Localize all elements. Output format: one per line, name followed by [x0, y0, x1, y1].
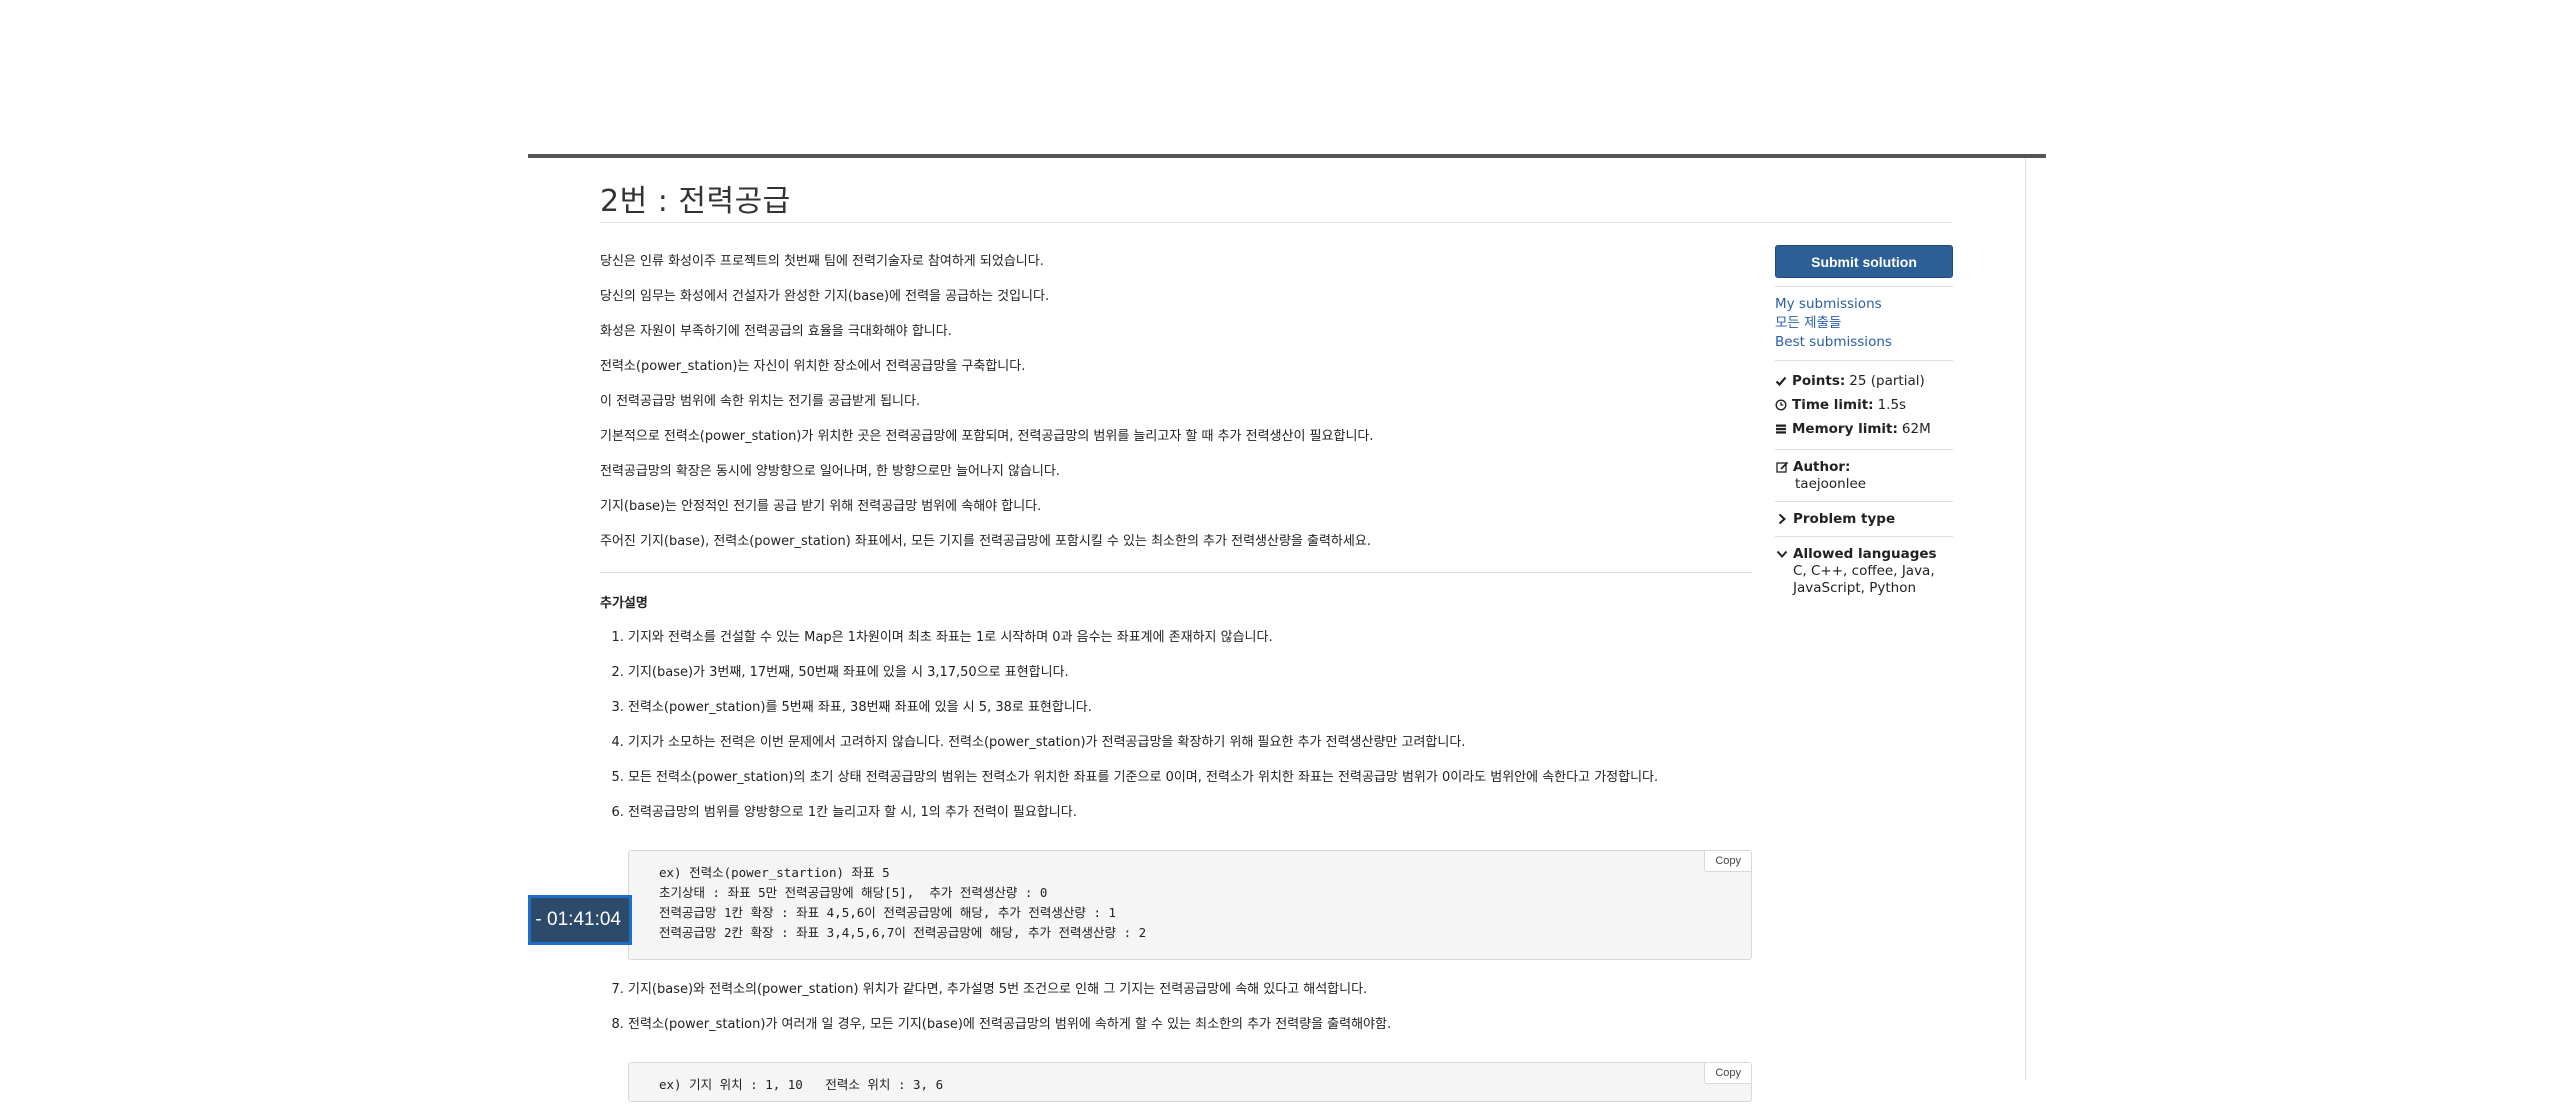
frame-divider	[2025, 158, 2026, 1080]
author-label: Author:	[1793, 459, 1851, 475]
chevron-right-icon	[1775, 513, 1789, 525]
statement-line: 전력공급망의 확장은 동시에 양방향으로 일어나며, 한 방향으로만 늘어나지 …	[600, 464, 1060, 479]
edit-icon	[1775, 461, 1789, 474]
database-icon	[1775, 423, 1787, 435]
notes-heading: 추가설명	[600, 596, 648, 611]
statement-line: 기지(base)는 안정적인 전기를 공급 받기 위해 전력공급망 범위에 속해…	[600, 499, 1042, 514]
note-item: 모든 전력소(power_station)의 초기 상태 전력공급망의 범위는 …	[628, 760, 1758, 795]
note-item: 기지가 소모하는 전력은 이번 문제에서 고려하지 않습니다. 전력소(powe…	[628, 725, 1758, 760]
sidebar-divider	[1775, 501, 1953, 502]
problem-type-label: Problem type	[1793, 511, 1896, 527]
note-item: 전력소(power_station)가 여러개 일 경우, 모든 기지(base…	[628, 1007, 1758, 1042]
contest-timer: - 01:41:04	[528, 895, 632, 945]
problem-type-toggle[interactable]: Problem type	[1775, 510, 1953, 528]
author-name: taejoonlee	[1795, 476, 1867, 492]
problem-title: 2번 : 전력공급	[600, 184, 791, 219]
chevron-down-icon	[1775, 549, 1789, 559]
statement-line: 전력소(power_station)는 자신이 위치한 장소에서 전력공급망을 …	[600, 359, 1026, 374]
statement-line: 당신의 임무는 화성에서 건설자가 완성한 기지(base)에 전력을 공급하는…	[600, 289, 1050, 304]
notes-list-continued: 기지(base)와 전력소의(power_station) 위치가 같다면, 추…	[600, 972, 1758, 1042]
code-example-block: ex) 전력소(power_startion) 좌표 5 초기상태 : 좌표 5…	[628, 850, 1752, 960]
memory-limit-label: Memory limit:	[1792, 421, 1898, 437]
code-example-text: ex) 전력소(power_startion) 좌표 5 초기상태 : 좌표 5…	[659, 865, 1147, 940]
code-example-text: ex) 기지 위치 : 1, 10 전력소 위치 : 3, 6	[659, 1077, 944, 1092]
all-submissions-link[interactable]: 모든 제출들	[1775, 314, 1953, 333]
notes-list: 기지와 전력소를 건설할 수 있는 Map은 1차원이며 최초 좌표는 1로 시…	[600, 620, 1758, 830]
note-item: 기지와 전력소를 건설할 수 있는 Map은 1차원이며 최초 좌표는 1로 시…	[628, 620, 1758, 655]
my-submissions-link[interactable]: My submissions	[1775, 295, 1953, 314]
best-submissions-link[interactable]: Best submissions	[1775, 333, 1953, 352]
statement-line: 이 전력공급망 범위에 속한 위치는 전기를 공급받게 됩니다.	[600, 394, 921, 409]
title-divider	[600, 222, 1952, 223]
statement-line: 주어진 기지(base), 전력소(power_station) 좌표에서, 모…	[600, 534, 1371, 549]
copy-button[interactable]: Copy	[1704, 851, 1751, 872]
sidebar-divider	[1775, 360, 1953, 361]
submit-solution-button[interactable]: Submit solution	[1775, 245, 1953, 278]
statement-line: 기본적으로 전력소(power_station)가 위치한 곳은 전력공급망에 …	[600, 429, 1374, 444]
points-info: Points: 25 (partial)	[1775, 369, 1953, 393]
check-icon	[1775, 375, 1787, 387]
time-limit-label: Time limit:	[1792, 397, 1874, 413]
memory-limit-info: Memory limit: 62M	[1775, 417, 1953, 441]
time-limit-value: 1.5s	[1877, 397, 1907, 413]
note-item: 기지(base)가 3번째, 17번째, 50번째 좌표에 있을 시 3,17,…	[628, 655, 1758, 690]
sidebar-divider	[1775, 286, 1953, 287]
allowed-languages-label: Allowed languages	[1793, 546, 1937, 562]
problem-sidebar: Submit solution My submissions 모든 제출들 Be…	[1775, 245, 1953, 597]
problem-statement: 당신은 인류 화성이주 프로젝트의 첫번째 팀에 전력기술자로 참여하게 되었습…	[600, 244, 1750, 559]
clock-icon	[1775, 399, 1787, 411]
allowed-languages-list: C, C++, coffee, Java, JavaScript, Python	[1793, 563, 1935, 596]
note-item: 전력소(power_station)를 5번째 좌표, 38번째 좌표에 있을 …	[628, 690, 1758, 725]
points-value: 25 (partial)	[1849, 373, 1925, 389]
points-label: Points:	[1792, 373, 1846, 389]
time-limit-info: Time limit: 1.5s	[1775, 393, 1953, 417]
allowed-languages-section[interactable]: Allowed languages C, C++, coffee, Java, …	[1775, 545, 1953, 597]
note-item: 전력공급망의 범위를 양방향으로 1칸 늘리고자 할 시, 1의 추가 전력이 …	[628, 795, 1758, 830]
statement-line: 화성은 자원이 부족하기에 전력공급의 효율을 극대화해야 합니다.	[600, 324, 952, 339]
author-section: Author: taejoonlee	[1775, 458, 1953, 493]
note-item: 기지(base)와 전력소의(power_station) 위치가 같다면, 추…	[628, 972, 1758, 1007]
statement-line: 당신은 인류 화성이주 프로젝트의 첫번째 팀에 전력기술자로 참여하게 되었습…	[600, 254, 1044, 269]
copy-button[interactable]: Copy	[1704, 1063, 1751, 1084]
section-divider	[600, 572, 1752, 573]
code-example-block-2: ex) 기지 위치 : 1, 10 전력소 위치 : 3, 6 Copy	[628, 1062, 1752, 1102]
sidebar-divider	[1775, 449, 1953, 450]
memory-limit-value: 62M	[1901, 421, 1931, 437]
sidebar-divider	[1775, 536, 1953, 537]
